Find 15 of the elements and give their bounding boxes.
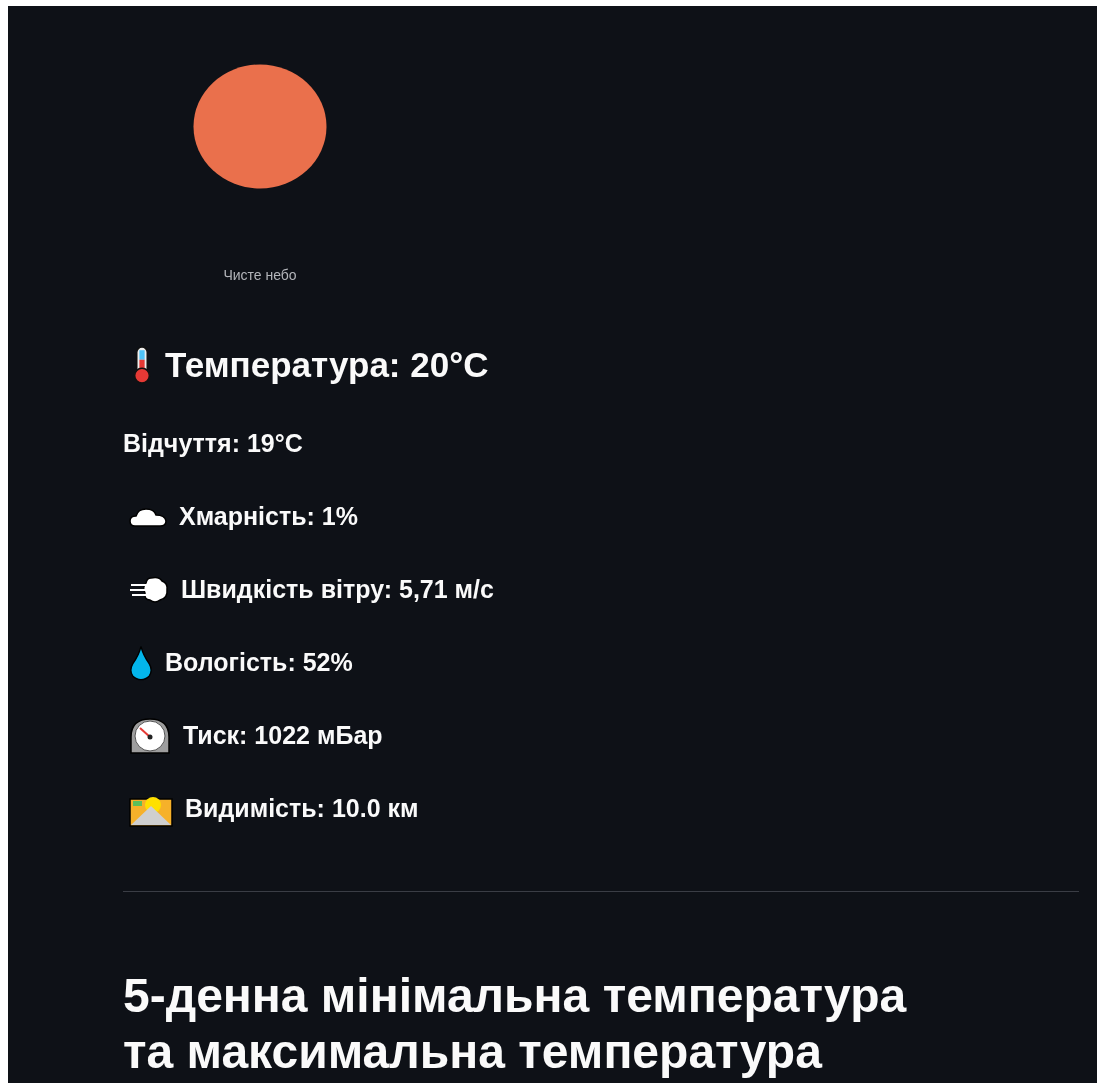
weather-detail: Хмарність: 1% bbox=[179, 502, 358, 531]
section-heading: 5-денна мінімальна температура та максимальна температура bbox=[123, 968, 908, 1080]
weather-detail: Вологість: 52% bbox=[165, 648, 353, 677]
wind-icon bbox=[129, 574, 169, 605]
gauge-icon bbox=[129, 716, 171, 755]
weather-detail: Швидкість вітру: 5,71 м/с bbox=[181, 575, 494, 604]
weather-detail: Відчуття: 19°C bbox=[123, 429, 303, 458]
water-drop-icon bbox=[129, 644, 153, 681]
weather-detail: Видимість: 10.0 км bbox=[185, 794, 419, 823]
weather-description: Чисте небо bbox=[223, 267, 297, 283]
weather-detail: Тиск: 1022 мБар bbox=[183, 721, 383, 750]
sun-icon bbox=[193, 64, 327, 189]
thermometer-icon bbox=[131, 346, 153, 384]
cloud-icon bbox=[129, 505, 167, 528]
temperature-heading: Температура: 20°C bbox=[165, 345, 489, 385]
